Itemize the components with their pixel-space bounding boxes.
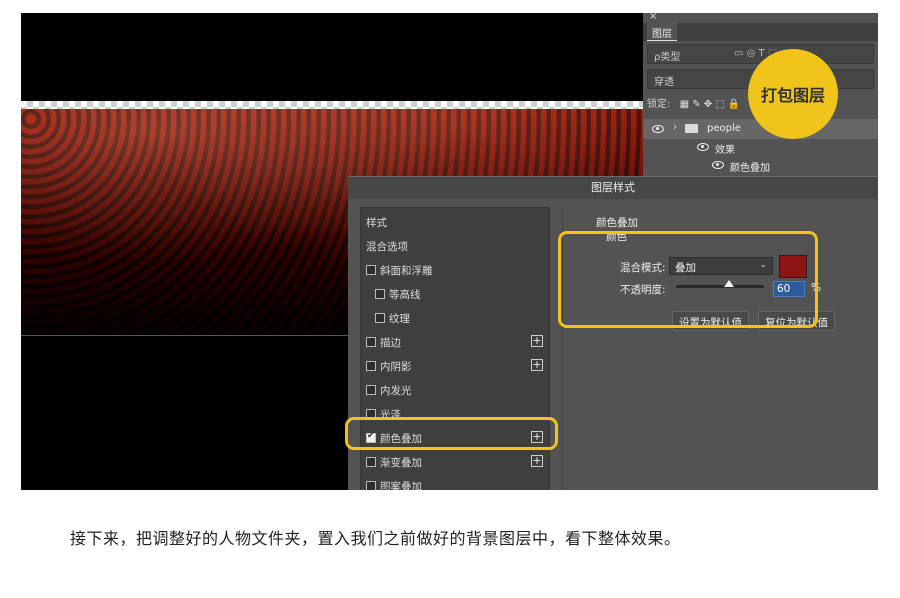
layer-filter-label: ρ类型 — [654, 52, 681, 63]
visibility-eye-icon[interactable] — [652, 125, 664, 133]
style-item-label: 内发光 — [380, 385, 412, 397]
add-plus-icon[interactable]: + — [531, 359, 543, 371]
effects-label: 效果 — [715, 145, 735, 156]
highlight-color-overlay-settings — [558, 231, 818, 328]
screenshot-image: × 图层 ρ类型 ▭ ◎ T ⬚ ◆ 穿透 锁定: ▦ ✎ ✥ ⬚ 🔒 › pe… — [21, 13, 878, 490]
add-plus-icon[interactable]: + — [531, 455, 543, 467]
style-item-inner-glow[interactable]: 内发光 — [361, 378, 549, 402]
checkbox[interactable] — [366, 457, 376, 467]
style-item-stroke[interactable]: 描边 + — [361, 330, 549, 354]
checkbox[interactable] — [366, 481, 376, 490]
highlight-color-overlay-item — [345, 417, 558, 450]
canvas-black-area — [21, 13, 643, 101]
layer-name: people — [707, 123, 741, 134]
checkbox[interactable] — [375, 313, 385, 323]
style-item-label: 斜面和浮雕 — [380, 265, 433, 277]
style-item-gradient-overlay[interactable]: 渐变叠加 + — [361, 450, 549, 474]
section-title: 颜色叠加 — [596, 217, 638, 229]
lock-label: 锁定: — [647, 99, 671, 110]
layer-row-color-overlay[interactable]: 颜色叠加 — [643, 155, 878, 175]
dialog-title: 图层样式 — [348, 177, 878, 199]
style-item-inner-shadow[interactable]: 内阴影 + — [361, 354, 549, 378]
callout-badge: 打包图层 — [748, 49, 838, 139]
style-item-label: 混合选项 — [366, 241, 408, 253]
style-item-label: 等高线 — [389, 289, 421, 301]
add-plus-icon[interactable]: + — [531, 335, 543, 347]
blend-mode-value: 穿透 — [654, 77, 674, 88]
style-item-bevel-emboss[interactable]: 斜面和浮雕 — [361, 258, 549, 282]
style-item-label: 描边 — [380, 337, 401, 349]
article-caption: 接下来，把调整好的人物文件夹，置入我们之前做好的背景图层中，看下整体效果。 — [70, 529, 681, 548]
lock-row: 锁定: ▦ ✎ ✥ ⬚ 🔒 — [647, 95, 740, 110]
layer-row-effects[interactable]: 效果 — [643, 137, 878, 157]
tab-layers[interactable]: 图层 — [647, 23, 677, 41]
checkbox[interactable] — [366, 265, 376, 275]
style-item-pattern-overlay[interactable]: 图案叠加 — [361, 474, 549, 490]
checkbox[interactable] — [366, 337, 376, 347]
style-item-label: 图案叠加 — [380, 481, 422, 490]
checkbox[interactable] — [366, 361, 376, 371]
effect-label: 颜色叠加 — [730, 163, 770, 174]
style-item-texture[interactable]: 纹理 — [361, 306, 549, 330]
checkbox[interactable] — [366, 385, 376, 395]
visibility-eye-icon[interactable] — [697, 143, 709, 151]
style-item-label: 纹理 — [389, 313, 410, 325]
lock-icons[interactable]: ▦ ✎ ✥ ⬚ 🔒 — [680, 99, 741, 110]
checkbox[interactable] — [375, 289, 385, 299]
style-list-header[interactable]: 样式 — [361, 210, 549, 234]
style-item-contour[interactable]: 等高线 — [361, 282, 549, 306]
style-item-label: 样式 — [366, 217, 387, 229]
style-item-blending-options[interactable]: 混合选项 — [361, 234, 549, 258]
panel-close-icon[interactable]: × — [649, 13, 657, 22]
expand-chevron-icon[interactable]: › — [673, 122, 677, 133]
folder-icon — [685, 124, 698, 133]
style-item-label: 内阴影 — [380, 361, 412, 373]
layers-tab-bar — [643, 23, 878, 41]
visibility-eye-icon[interactable] — [712, 161, 724, 169]
style-item-label: 渐变叠加 — [380, 457, 422, 469]
